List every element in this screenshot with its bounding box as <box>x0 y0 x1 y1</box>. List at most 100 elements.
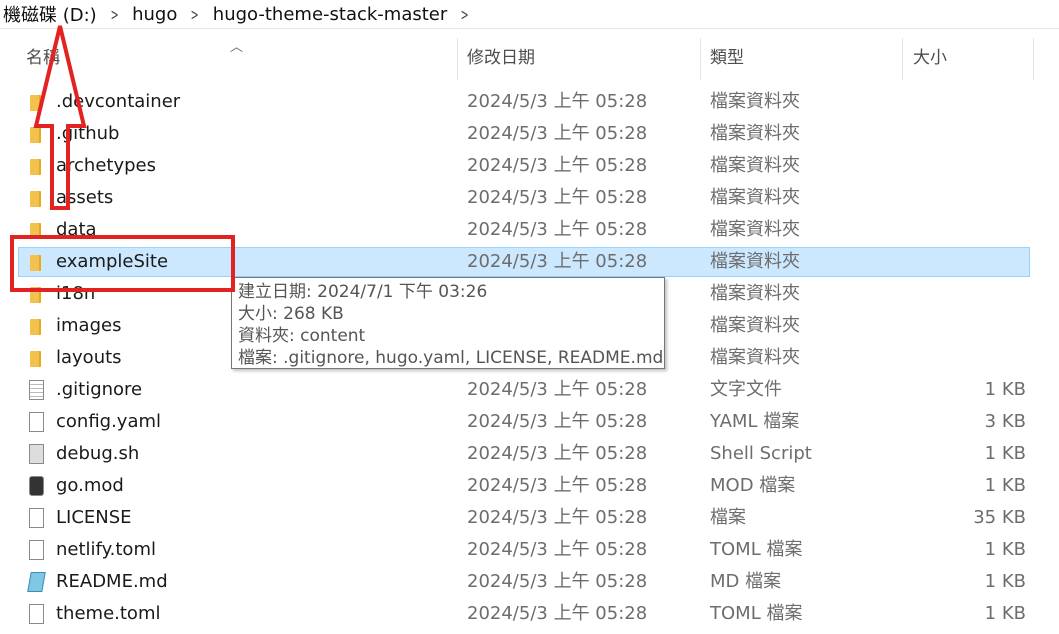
file-date: 2024/5/3 上午 05:28 <box>467 571 648 592</box>
file-date: 2024/5/3 上午 05:28 <box>467 475 648 496</box>
file-row[interactable]: .github 2024/5/3 上午 05:28 檔案資料夾 <box>0 119 1059 151</box>
file-name: go.mod <box>56 475 124 496</box>
column-divider[interactable] <box>902 38 903 80</box>
file-type: 檔案資料夾 <box>710 283 800 304</box>
file-name: theme.toml <box>56 603 161 624</box>
file-size <box>904 151 1026 183</box>
folder-icon <box>30 351 41 367</box>
column-header-date[interactable]: 修改日期 <box>467 38 535 80</box>
file-name: config.yaml <box>56 411 162 432</box>
file-type: 檔案資料夾 <box>710 155 800 176</box>
column-divider[interactable] <box>457 38 458 80</box>
folder-info-tooltip: 建立日期: 2024/7/1 下午 03:26 大小: 268 KB 資料夾: … <box>231 277 665 369</box>
file-size <box>904 183 1026 215</box>
file-row[interactable]: debug.sh 2024/5/3 上午 05:28 Shell Script 1 K… <box>0 439 1059 471</box>
tooltip-folders: 資料夾: content <box>238 326 366 346</box>
file-row[interactable]: config.yaml 2024/5/3 上午 05:28 YAML 檔案 3 KB <box>0 407 1059 439</box>
file-type: 檔案資料夾 <box>710 187 800 208</box>
text-file-icon <box>29 380 44 400</box>
file-type: 檔案資料夾 <box>710 91 800 112</box>
file-date: 2024/5/3 上午 05:28 <box>467 443 648 464</box>
file-date: 2024/5/3 上午 05:28 <box>467 91 648 112</box>
file-type: TOML 檔案 <box>710 603 803 624</box>
breadcrumb-item-theme[interactable]: hugo-theme-stack-master <box>210 4 450 25</box>
column-divider[interactable] <box>1033 38 1034 80</box>
file-size <box>904 247 1026 279</box>
file-date: 2024/5/3 上午 05:28 <box>467 187 648 208</box>
column-header: ︿ 名稱 修改日期 類型 大小 <box>0 38 1059 80</box>
file-size: 1 KB <box>984 539 1026 560</box>
file-row[interactable]: .gitignore 2024/5/3 上午 05:28 文字文件 1 KB <box>0 375 1059 407</box>
file-type: 檔案資料夾 <box>710 347 800 368</box>
file-type: 檔案資料夾 <box>710 123 800 144</box>
column-divider[interactable] <box>700 38 701 80</box>
file-size: 1 KB <box>984 603 1026 624</box>
file-date: 2024/5/3 上午 05:28 <box>467 219 648 240</box>
file-row[interactable]: README.md 2024/5/3 上午 05:28 MD 檔案 1 KB <box>0 567 1059 599</box>
file-name: debug.sh <box>56 443 140 464</box>
folder-icon <box>30 319 41 335</box>
breadcrumb: 機磁碟 (D:) > hugo > hugo-theme-stack-maste… <box>0 0 1059 28</box>
file-date: 2024/5/3 上午 05:28 <box>467 411 648 432</box>
file-size <box>904 215 1026 247</box>
tooltip-created: 建立日期: 2024/7/1 下午 03:26 <box>238 282 488 302</box>
file-date: 2024/5/3 上午 05:28 <box>467 123 648 144</box>
breadcrumb-divider <box>0 28 1059 29</box>
file-date: 2024/5/3 上午 05:28 <box>467 603 648 624</box>
file-size <box>904 119 1026 151</box>
file-row[interactable]: netlify.toml 2024/5/3 上午 05:28 TOML 檔案 1 KB <box>0 535 1059 567</box>
sort-ascending-icon: ︿ <box>230 40 244 55</box>
file-date: 2024/5/3 上午 05:28 <box>467 155 648 176</box>
chevron-right-icon[interactable]: > <box>186 5 204 24</box>
file-name: LICENSE <box>56 507 132 528</box>
script-file-icon <box>29 444 44 464</box>
file-size: 1 KB <box>984 379 1026 400</box>
annotation-arrow-icon <box>33 25 87 210</box>
file-row[interactable]: archetypes 2024/5/3 上午 05:28 檔案資料夾 <box>0 151 1059 183</box>
file-size: 1 KB <box>984 571 1026 592</box>
file-icon <box>29 508 44 528</box>
chevron-right-icon[interactable]: > <box>456 5 474 24</box>
file-name: images <box>56 315 122 336</box>
file-size: 1 KB <box>984 443 1026 464</box>
breadcrumb-item-hugo[interactable]: hugo <box>129 4 180 25</box>
file-row[interactable]: assets 2024/5/3 上午 05:28 檔案資料夾 <box>0 183 1059 215</box>
media-file-icon <box>29 476 44 496</box>
tooltip-files: 檔案: .gitignore, hugo.yaml, LICENSE, READ… <box>238 348 664 368</box>
file-size: 1 KB <box>984 475 1026 496</box>
file-row[interactable]: LICENSE 2024/5/3 上午 05:28 檔案 35 KB <box>0 503 1059 535</box>
file-type: 檔案資料夾 <box>710 251 800 272</box>
file-type: Shell Script <box>710 443 812 464</box>
file-date: 2024/5/3 上午 05:28 <box>467 379 648 400</box>
file-row[interactable]: theme.toml 2024/5/3 上午 05:28 TOML 檔案 1 KB <box>0 599 1059 631</box>
file-name: netlify.toml <box>56 539 156 560</box>
file-size <box>904 279 1026 311</box>
file-row[interactable]: go.mod 2024/5/3 上午 05:28 MOD 檔案 1 KB <box>0 471 1059 503</box>
file-size: 35 KB <box>973 507 1026 528</box>
file-name: .gitignore <box>56 379 143 400</box>
column-header-type[interactable]: 類型 <box>710 38 744 80</box>
file-type: 文字文件 <box>710 379 782 400</box>
file-icon <box>29 540 44 560</box>
markdown-file-icon <box>27 572 46 592</box>
file-type: TOML 檔案 <box>710 539 803 560</box>
file-type: YAML 檔案 <box>710 411 800 432</box>
file-size: 3 KB <box>984 411 1026 432</box>
file-type: 檔案資料夾 <box>710 315 800 336</box>
file-icon <box>29 604 44 624</box>
file-date: 2024/5/3 上午 05:28 <box>467 251 648 272</box>
file-row[interactable]: .devcontainer 2024/5/3 上午 05:28 檔案資料夾 <box>0 87 1059 119</box>
file-type: 檔案 <box>710 507 746 528</box>
file-type: 檔案資料夾 <box>710 219 800 240</box>
file-icon <box>29 412 44 432</box>
file-name: layouts <box>56 347 122 368</box>
file-date: 2024/5/3 上午 05:28 <box>467 539 648 560</box>
file-size <box>904 343 1026 375</box>
annotation-highlight-box <box>10 235 235 292</box>
tooltip-size: 大小: 268 KB <box>238 304 344 324</box>
file-date: 2024/5/3 上午 05:28 <box>467 507 648 528</box>
file-type: MD 檔案 <box>710 571 782 592</box>
column-header-size[interactable]: 大小 <box>913 38 947 80</box>
file-name: README.md <box>56 571 168 592</box>
file-size <box>904 87 1026 119</box>
